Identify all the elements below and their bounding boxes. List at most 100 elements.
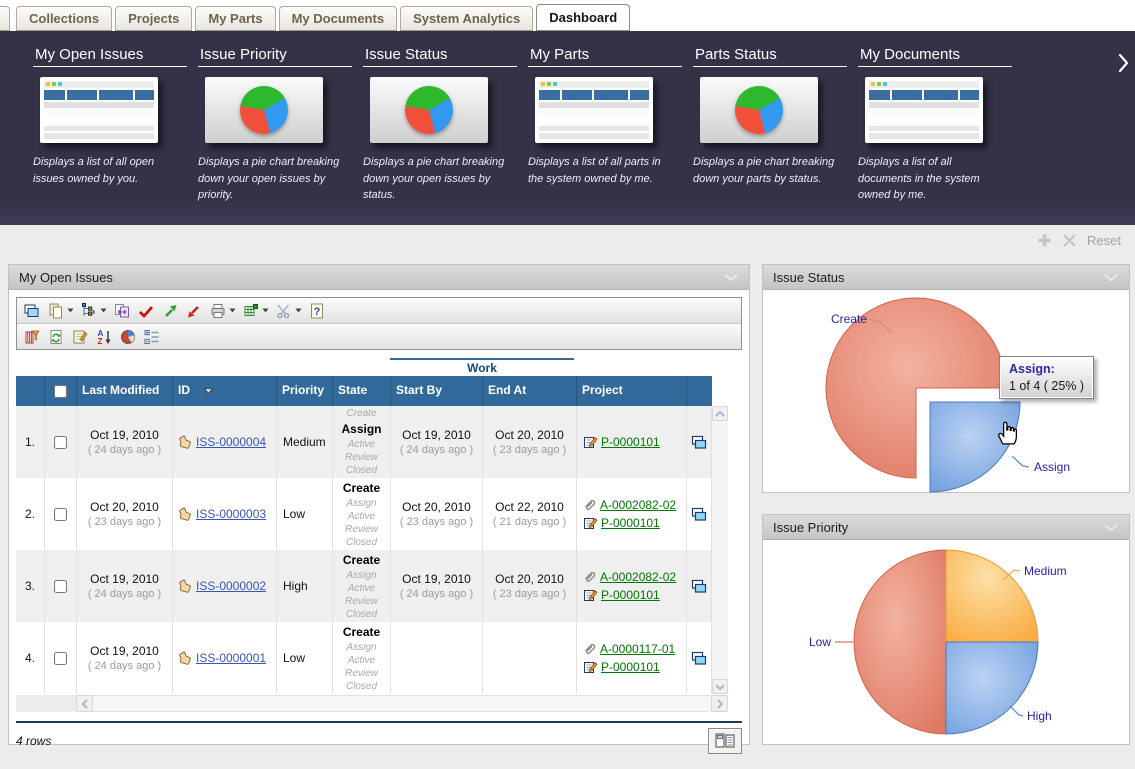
open-in-new-window-icon[interactable] — [691, 651, 708, 666]
add-widget-icon[interactable] — [1037, 233, 1052, 248]
issue-status-chart: Create Assign Assign: 1 of 4 ( 25% ) — [763, 290, 1129, 493]
issue-link[interactable]: ISS-0000001 — [196, 651, 266, 665]
project-link[interactable]: P-0000101 — [601, 658, 660, 676]
tab-projects[interactable]: Projects — [115, 6, 192, 31]
collapse-chevron-icon[interactable] — [1103, 523, 1119, 532]
toolbar-button-help[interactable]: ? — [306, 301, 328, 321]
row-select-cell — [44, 478, 76, 550]
header-actions — [686, 376, 712, 406]
group-header-line — [390, 358, 574, 360]
gallery-widget-parts-status[interactable]: Parts Status Displays a pie chart breaki… — [693, 44, 858, 204]
remove-widget-icon[interactable] — [1062, 233, 1077, 248]
edit-icon — [71, 328, 89, 346]
toolbar-button-refresh[interactable] — [45, 327, 67, 347]
dropdown-caret-icon[interactable] — [295, 308, 302, 313]
vertical-scroll-track[interactable] — [712, 421, 728, 679]
collapse-chevron-icon[interactable] — [1103, 273, 1119, 282]
pie-slice-low[interactable] — [854, 550, 946, 734]
project-link[interactable]: P-0000101 — [601, 586, 660, 604]
gallery-widget-issue-priority[interactable]: Issue Priority Displays a pie chart brea… — [198, 44, 363, 204]
issue-link[interactable]: ISS-0000004 — [196, 435, 266, 449]
gallery-widget-my-open-issues[interactable]: My Open Issues Displays a list of all op… — [33, 44, 198, 204]
view-toggle-button[interactable] — [708, 728, 742, 754]
project-link[interactable]: A-0002082-02 — [600, 496, 676, 514]
row-checkbox[interactable] — [54, 508, 67, 521]
header-start-by[interactable]: Start By — [390, 376, 482, 406]
scroll-up-icon[interactable] — [712, 406, 728, 421]
tab-partial[interactable] — [0, 6, 10, 31]
toolbar-button-check[interactable] — [135, 301, 157, 321]
header-project[interactable]: Project — [576, 376, 686, 406]
scroll-right-icon[interactable] — [711, 695, 728, 712]
cell-id: ISS-0000003 — [172, 478, 276, 550]
issue-link[interactable]: ISS-0000003 — [196, 507, 266, 521]
dropdown-caret-icon[interactable] — [229, 308, 236, 313]
header-end-at[interactable]: End At — [482, 376, 576, 406]
cell-last-modified: Oct 19, 2010( 24 days ago ) — [76, 550, 172, 622]
project-link[interactable]: A-0000117-01 — [600, 640, 675, 658]
row-number: 3. — [16, 550, 44, 622]
dropdown-caret-icon[interactable] — [67, 308, 74, 313]
tools-icon — [275, 302, 293, 320]
header-row-number — [16, 376, 44, 406]
toolbar-button-sort-az[interactable]: AZ — [93, 327, 115, 347]
project-link[interactable]: P-0000101 — [601, 514, 660, 532]
row-checkbox[interactable] — [54, 436, 67, 449]
header-priority[interactable]: Priority — [276, 376, 332, 406]
issue-row: 2.Oct 20, 2010( 23 days ago )ISS-0000003… — [16, 478, 712, 550]
row-checkbox[interactable] — [54, 580, 67, 593]
project-link[interactable]: A-0002082-02 — [600, 568, 676, 586]
toolbar-button-swap[interactable] — [111, 301, 133, 321]
scroll-left-icon[interactable] — [76, 695, 93, 712]
tab-collections[interactable]: Collections — [16, 6, 112, 31]
header-last-modified[interactable]: Last Modified — [76, 376, 172, 406]
toolbar-button-copy[interactable] — [45, 301, 76, 321]
tab-dashboard[interactable]: Dashboard — [536, 4, 630, 31]
cell-end-at: Oct 22, 2010( 21 days ago ) — [482, 478, 576, 550]
collapse-chevron-icon[interactable] — [723, 273, 739, 282]
project-link[interactable]: P-0000101 — [601, 433, 660, 451]
tab-my-documents[interactable]: My Documents — [279, 6, 397, 31]
tab-my-parts[interactable]: My Parts — [195, 6, 275, 31]
toolbar-button-tools[interactable] — [273, 301, 304, 321]
toolbar-button-export[interactable] — [240, 301, 271, 321]
toolbar-button-edit[interactable] — [69, 327, 91, 347]
frozen-column-spacer — [16, 695, 76, 712]
slice-label-high: High — [1027, 709, 1052, 723]
tab-system-analytics[interactable]: System Analytics — [400, 6, 533, 31]
gallery-widget-issue-status[interactable]: Issue Status Displays a pie chart breaki… — [363, 44, 528, 204]
open-in-new-window-icon[interactable] — [691, 507, 708, 522]
gallery-widget-my-documents[interactable]: My Documents Displays a list of all docu… — [858, 44, 1023, 204]
select-all-checkbox[interactable] — [54, 385, 67, 398]
toolbar-button-new-window[interactable] — [21, 301, 43, 321]
reset-button[interactable]: Reset — [1087, 233, 1121, 248]
toolbar-button-chart[interactable] — [117, 327, 139, 347]
header-id[interactable]: ID — [172, 376, 276, 406]
open-in-new-window-icon[interactable] — [691, 435, 708, 450]
header-state[interactable]: State — [332, 376, 390, 406]
vertical-scrollbar[interactable] — [711, 406, 728, 694]
dropdown-caret-icon[interactable] — [262, 308, 269, 313]
horizontal-scrollbar[interactable] — [16, 695, 728, 712]
issue-link[interactable]: ISS-0000002 — [196, 579, 266, 593]
toolbar-button-demote[interactable] — [183, 301, 205, 321]
print-icon — [209, 302, 227, 320]
scroll-down-icon[interactable] — [712, 679, 728, 694]
gallery-next-arrow-icon[interactable] — [1118, 53, 1130, 78]
cell-start-by: Oct 20, 2010( 23 days ago ) — [390, 478, 482, 550]
toolbar-button-filter[interactable] — [21, 327, 43, 347]
paperclip-icon — [583, 642, 597, 656]
paperclip-icon — [583, 498, 597, 512]
cell-state: CreateAssignActiveReviewClosed — [332, 406, 390, 478]
gallery-widget-my-parts[interactable]: My Parts Displays a list of all parts in… — [528, 44, 693, 204]
horizontal-scroll-track[interactable] — [93, 695, 711, 712]
toolbar-button-promote[interactable] — [159, 301, 181, 321]
toolbar-button-structure[interactable] — [78, 301, 109, 321]
pie-slice-high[interactable] — [946, 642, 1038, 734]
dropdown-caret-icon[interactable] — [100, 308, 107, 313]
row-checkbox[interactable] — [54, 652, 67, 665]
toolbar-button-print[interactable] — [207, 301, 238, 321]
toolbar-button-list-expand[interactable] — [141, 327, 163, 347]
open-in-new-window-icon[interactable] — [691, 579, 708, 594]
issues-grid: Last Modified ID Priority State Start By… — [16, 376, 728, 694]
